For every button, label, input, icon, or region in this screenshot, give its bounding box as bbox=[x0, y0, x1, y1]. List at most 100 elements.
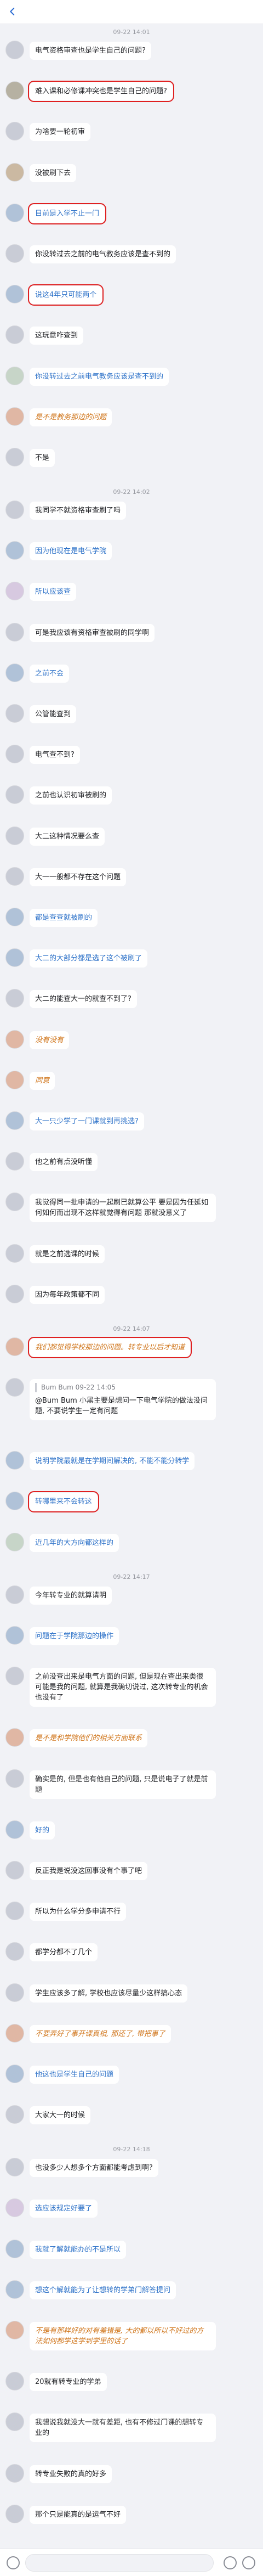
message-bubble[interactable]: 大二的大部分都是选了这个被刷了 bbox=[30, 949, 148, 968]
avatar[interactable] bbox=[5, 663, 24, 682]
message-bubble[interactable]: 你没转过去之前的电气教务应该是查不到的 bbox=[30, 245, 176, 263]
avatar[interactable] bbox=[5, 1030, 24, 1049]
avatar[interactable] bbox=[5, 1111, 24, 1130]
avatar[interactable] bbox=[5, 1492, 24, 1511]
message-bubble[interactable]: 不要弄好了事开课真相, 那还了, 带把事了 bbox=[30, 2024, 171, 2043]
back-arrow-icon[interactable] bbox=[5, 4, 20, 19]
message-bubble[interactable]: 不是 bbox=[30, 448, 55, 467]
avatar[interactable] bbox=[5, 1902, 24, 1921]
avatar[interactable] bbox=[5, 1667, 24, 1686]
avatar[interactable] bbox=[5, 2064, 24, 2083]
message-bubble[interactable]: 他之前有点没听懂 bbox=[30, 1153, 98, 1172]
message-bubble[interactable]: 大一一般都不存在这个问题 bbox=[30, 868, 127, 886]
message-bubble[interactable]: 都是查查就被刷的 bbox=[30, 908, 98, 927]
message-bubble[interactable]: 没有没有 bbox=[30, 1031, 70, 1049]
avatar[interactable] bbox=[5, 1585, 24, 1604]
message-bubble[interactable]: 都学分都不了几个 bbox=[30, 1943, 98, 1962]
avatar[interactable] bbox=[5, 745, 24, 764]
message-bubble[interactable]: 难入课和必修课冲突也是学生自己的问题? bbox=[28, 81, 174, 103]
message-bubble[interactable]: 大二这种情况要么查 bbox=[30, 827, 105, 846]
avatar[interactable] bbox=[5, 785, 24, 805]
message-bubble[interactable]: 可是我应该有资格审查被刷的同学啊 bbox=[30, 623, 155, 642]
message-bubble[interactable]: 我们都觉得学校那边的问题。转专业以后才知道 bbox=[27, 1336, 192, 1358]
message-bubble[interactable]: 目前是入学不止一门 bbox=[27, 203, 107, 224]
avatar[interactable] bbox=[5, 407, 24, 426]
avatar[interactable] bbox=[5, 1983, 24, 2002]
message-bubble[interactable]: 我想说我就没大一就有差距, 也有不修过门课的想转专业的 bbox=[30, 2414, 216, 2443]
message-bubble[interactable]: 说这4年只可能两个 bbox=[27, 284, 104, 306]
message-bubble[interactable]: 所以为什么学分多申请不行 bbox=[30, 1903, 127, 1921]
message-bubble[interactable]: 好的 bbox=[30, 1821, 55, 1840]
avatar[interactable] bbox=[5, 2463, 24, 2483]
avatar[interactable] bbox=[5, 2198, 24, 2218]
message-bubble[interactable]: 之前没查出来是电气方面的问题, 但是现在查出来类很可能是我的问题, 就算是我确切… bbox=[30, 1668, 216, 1707]
message-bubble[interactable]: 为啥要一轮初审 bbox=[30, 123, 91, 142]
message-bubble[interactable]: 20就有转专业的学弟 bbox=[30, 2373, 107, 2392]
message-bubble[interactable]: 今年转专业的就算请明 bbox=[30, 1586, 112, 1605]
message-bubble[interactable]: 公管能查到 bbox=[30, 705, 77, 724]
avatar[interactable] bbox=[5, 1728, 24, 1747]
message-bubble[interactable]: 想这个解就能为了让想转的学弟门解答提问 bbox=[30, 2281, 176, 2299]
message-bubble[interactable]: 之前不会 bbox=[30, 664, 70, 683]
plus-icon[interactable] bbox=[242, 2556, 255, 2569]
avatar[interactable] bbox=[5, 2158, 24, 2177]
message-bubble[interactable]: 因为他现在是电气学院 bbox=[30, 542, 112, 561]
message-bubble[interactable]: 电气查不到? bbox=[30, 746, 80, 764]
avatar[interactable] bbox=[5, 500, 24, 520]
avatar[interactable] bbox=[5, 2372, 24, 2391]
message-bubble[interactable]: 同意 bbox=[30, 1071, 55, 1090]
message-bubble[interactable]: 近几年的大方向都这样的 bbox=[30, 1533, 119, 1552]
avatar[interactable] bbox=[5, 2321, 24, 2340]
message-bubble[interactable]: 我觉得同一批申请的一起刷已就算公平 要是因为任延如何如何而出现不这样就觉得有问题… bbox=[30, 1194, 216, 1223]
avatar[interactable] bbox=[5, 1070, 24, 1089]
avatar[interactable] bbox=[5, 41, 24, 59]
avatar[interactable] bbox=[5, 622, 24, 642]
message-bubble[interactable]: 大一只少学了一门课就到再挑选? bbox=[30, 1112, 144, 1130]
avatar[interactable] bbox=[5, 948, 24, 968]
avatar[interactable] bbox=[5, 1378, 24, 1397]
message-bubble[interactable]: 也没多少人想多个方面都能考虑到啊? bbox=[30, 2159, 158, 2178]
avatar[interactable] bbox=[5, 244, 24, 263]
message-bubble[interactable]: 因为每年政策都不同 bbox=[30, 1285, 105, 1304]
emoji-icon[interactable] bbox=[224, 2556, 237, 2569]
avatar[interactable] bbox=[5, 826, 24, 845]
message-bubble[interactable]: 转哪里来不会转这 bbox=[27, 1491, 100, 1513]
message-bubble[interactable]: 是不是教务那边的问题 bbox=[30, 408, 112, 426]
message-bubble[interactable]: 没被刷下去 bbox=[30, 164, 77, 182]
avatar[interactable] bbox=[5, 1769, 24, 1788]
avatar[interactable] bbox=[5, 2023, 24, 2043]
message-input[interactable] bbox=[25, 2554, 214, 2572]
message-bubble[interactable]: 确实是的, 但是也有他自己的问题, 只是说电子了就是前题 bbox=[30, 1770, 216, 1799]
avatar[interactable] bbox=[5, 1532, 24, 1551]
message-bubble[interactable]: 我就了解就能办的不是所以 bbox=[30, 2240, 127, 2259]
avatar[interactable] bbox=[5, 2239, 24, 2258]
avatar[interactable] bbox=[5, 2412, 24, 2432]
avatar[interactable] bbox=[5, 1193, 24, 1212]
avatar[interactable] bbox=[5, 81, 24, 100]
avatar[interactable] bbox=[5, 2105, 24, 2124]
message-list[interactable]: 09-22 14:01 电气资格审查也是学生自己的问题? 难入课和必修课冲突也是学生… bbox=[0, 24, 263, 2549]
message-bubble[interactable]: 大家大一的时候 bbox=[30, 2106, 91, 2125]
avatar[interactable] bbox=[5, 447, 24, 466]
avatar[interactable] bbox=[5, 1626, 24, 1645]
message-bubble[interactable]: 问题在于学院那边的操作 bbox=[30, 1627, 119, 1646]
message-bubble[interactable]: 你没转过去之前电气教务应该是查不到的 bbox=[30, 367, 169, 386]
avatar[interactable] bbox=[5, 907, 24, 926]
avatar[interactable] bbox=[5, 1152, 24, 1171]
avatar[interactable] bbox=[5, 203, 24, 222]
avatar[interactable] bbox=[5, 1860, 24, 1880]
avatar[interactable] bbox=[5, 1244, 24, 1263]
message-bubble[interactable]: 他这也是学生自己的问题 bbox=[30, 2065, 119, 2084]
message-bubble[interactable]: 那个只是能真的是运气不好 bbox=[30, 2505, 127, 2524]
avatar[interactable] bbox=[5, 122, 24, 141]
avatar[interactable] bbox=[5, 1284, 24, 1303]
avatar[interactable] bbox=[5, 867, 24, 886]
voice-icon[interactable] bbox=[7, 2556, 20, 2569]
message-bubble[interactable]: 转专业失败的真的好多 bbox=[30, 2465, 112, 2483]
message-bubble[interactable]: 大二的能查大一的就查不到了? bbox=[30, 990, 137, 1009]
message-bubble[interactable]: 我同学不就资格审查刷了吗 bbox=[30, 502, 127, 520]
message-bubble[interactable]: 是不是和学院他们的相关方面联系 bbox=[30, 1729, 148, 1748]
avatar[interactable] bbox=[5, 1820, 24, 1839]
avatar[interactable] bbox=[5, 2504, 24, 2523]
avatar[interactable] bbox=[5, 541, 24, 560]
